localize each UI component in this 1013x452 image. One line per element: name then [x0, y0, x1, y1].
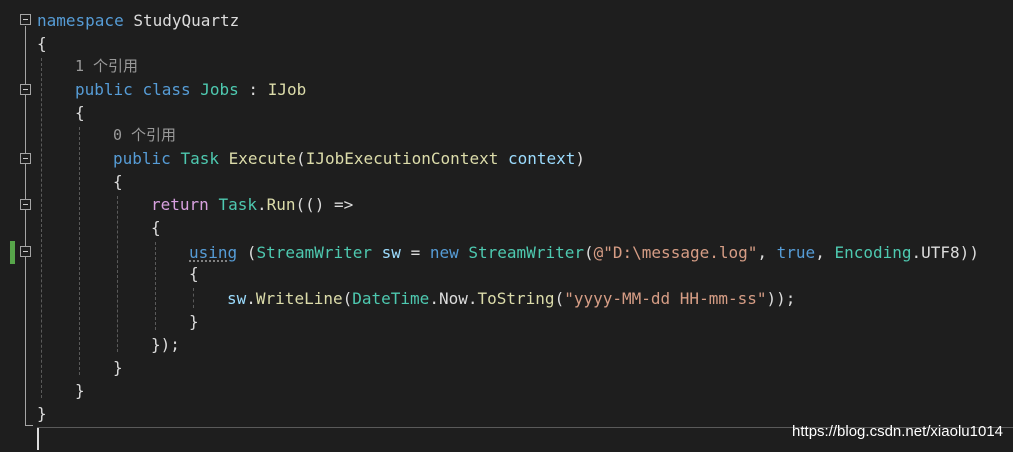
token-string: "yyyy-MM-dd HH-mm-ss"	[564, 289, 767, 308]
code-line-14: }	[189, 310, 199, 333]
token-type: StreamWriter	[468, 243, 584, 262]
token-paren: )	[575, 149, 586, 168]
code-line-4: public class Jobs : IJob	[75, 78, 306, 101]
code-line-2: {	[37, 32, 47, 55]
token-brace: }	[75, 381, 85, 400]
code-editor[interactable]: namespace StudyQuartz { 1 个引用 public cla…	[0, 0, 1013, 452]
indent-guide	[79, 127, 80, 375]
token-class-name: Jobs	[200, 80, 239, 99]
token-brace: }	[189, 312, 199, 331]
indent-guide	[117, 196, 118, 352]
token-keyword: public	[75, 80, 133, 99]
token-interface: IJobExecutionContext	[305, 149, 499, 168]
token-keyword: class	[142, 80, 191, 99]
token-punct: (() =>	[295, 195, 354, 214]
token-brace: {	[151, 218, 161, 237]
token-paren: (	[554, 289, 565, 308]
token-colon: :	[238, 80, 268, 99]
token-punct: ));	[766, 289, 796, 308]
token-keyword: namespace	[37, 11, 124, 30]
watermark-text: https://blog.csdn.net/xiaolu1014	[792, 423, 1003, 440]
token-identifier: StudyQuartz	[123, 11, 240, 30]
token-comma: ,	[757, 243, 777, 262]
token-method: Run	[266, 195, 296, 214]
token-brace: }	[37, 404, 47, 423]
token-member: Now	[438, 289, 468, 308]
token-type: StreamWriter	[256, 243, 373, 262]
code-line-8: {	[113, 170, 123, 193]
token-brace: {	[113, 172, 123, 191]
outline-end-namespace	[25, 425, 33, 426]
token-method: ToString	[477, 289, 555, 308]
code-line-10: {	[151, 216, 161, 239]
collapse-lambda-icon[interactable]	[20, 199, 31, 210]
token-keyword: public	[113, 149, 171, 168]
code-line-17: }	[75, 379, 85, 402]
token-comma: ,	[815, 243, 835, 262]
code-line-15: });	[151, 333, 180, 356]
token-brace: {	[189, 264, 199, 283]
codelens-references[interactable]: 1 个引用	[75, 55, 138, 78]
token-type: Encoding	[834, 243, 912, 262]
token-keyword: new	[429, 243, 459, 262]
collapse-namespace-icon[interactable]	[20, 14, 31, 25]
code-line-5: {	[75, 101, 85, 124]
collapse-method-icon[interactable]	[20, 153, 31, 164]
code-line-7: public Task Execute(IJobExecutionContext…	[113, 147, 585, 170]
text-caret	[37, 428, 39, 450]
token-keyword: return	[151, 195, 209, 214]
token-variable: sw	[227, 289, 247, 308]
code-line-18: }	[37, 402, 47, 425]
token-operator: =	[400, 243, 430, 262]
code-line-11: using (StreamWriter sw = new StreamWrite…	[189, 241, 979, 264]
token-brace: {	[37, 34, 47, 53]
token-paren: (	[583, 243, 594, 262]
token-brace: }	[113, 358, 123, 377]
code-line-9: return Task.Run(() =>	[151, 193, 353, 216]
token-parameter: context	[507, 149, 576, 168]
collapse-class-icon[interactable]	[20, 84, 31, 95]
token-interface: IJob	[267, 80, 307, 99]
token-dot: .	[256, 195, 267, 214]
token-brace: {	[75, 103, 85, 122]
token-method: Execute	[228, 149, 297, 168]
token-punct: });	[151, 335, 180, 354]
token-type: Task	[180, 149, 219, 168]
token-string: @"D:\message.log"	[593, 243, 758, 262]
token-member: .UTF8))	[911, 243, 979, 262]
token-method: WriteLine	[255, 289, 343, 308]
code-line-12: {	[189, 262, 199, 285]
token-keyword: using	[189, 243, 238, 262]
token-variable: sw	[381, 243, 401, 262]
token-paren: (	[237, 243, 257, 262]
token-dot: .	[467, 289, 478, 308]
change-marker	[10, 241, 15, 264]
token-type: Task	[218, 195, 257, 214]
token-paren: (	[296, 149, 306, 168]
code-line-16: }	[113, 356, 123, 379]
token-paren: (	[342, 289, 353, 308]
code-line-13: sw.WriteLine(DateTime.Now.ToString("yyyy…	[227, 287, 795, 310]
codelens-references[interactable]: 0 个引用	[113, 124, 176, 147]
token-keyword: true	[776, 243, 816, 262]
indent-guide	[193, 288, 194, 308]
token-type: DateTime	[352, 289, 430, 308]
code-line-1: namespace StudyQuartz	[37, 9, 239, 32]
collapse-using-icon[interactable]	[20, 246, 31, 257]
token-dot: .	[246, 289, 256, 308]
token-dot: .	[429, 289, 439, 308]
indent-guide	[41, 58, 42, 398]
indent-guide	[155, 242, 156, 330]
